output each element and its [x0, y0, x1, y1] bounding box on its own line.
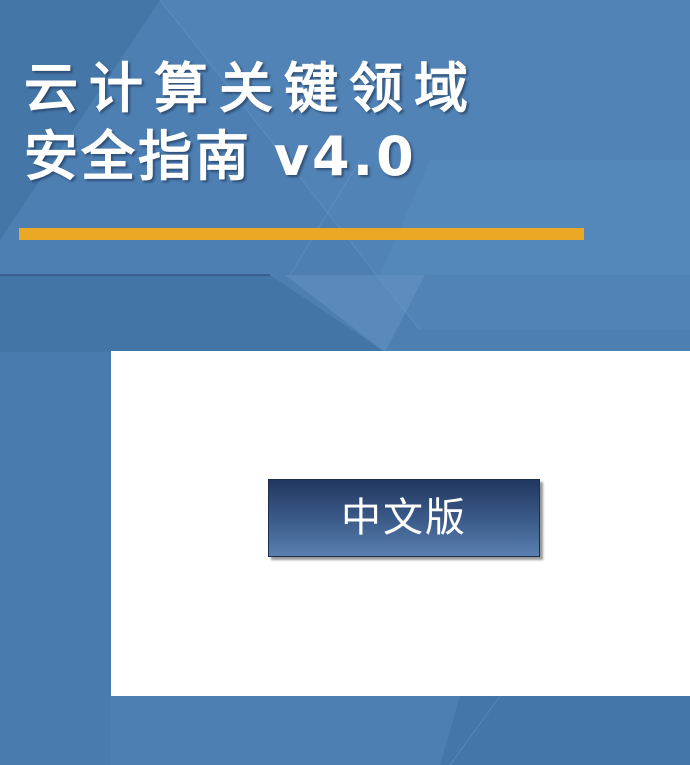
edition-badge: 中文版 — [268, 479, 540, 557]
title-line-2: 安全指南 v4.0 — [24, 125, 417, 188]
document-title: 云计算关键领域 安全指南 v4.0 — [24, 55, 479, 191]
title-line-1: 云计算关键领域 — [24, 57, 479, 120]
title-underline-rule — [19, 228, 584, 240]
document-cover: 云计算关键领域 安全指南 v4.0 中文版 — [0, 0, 690, 765]
